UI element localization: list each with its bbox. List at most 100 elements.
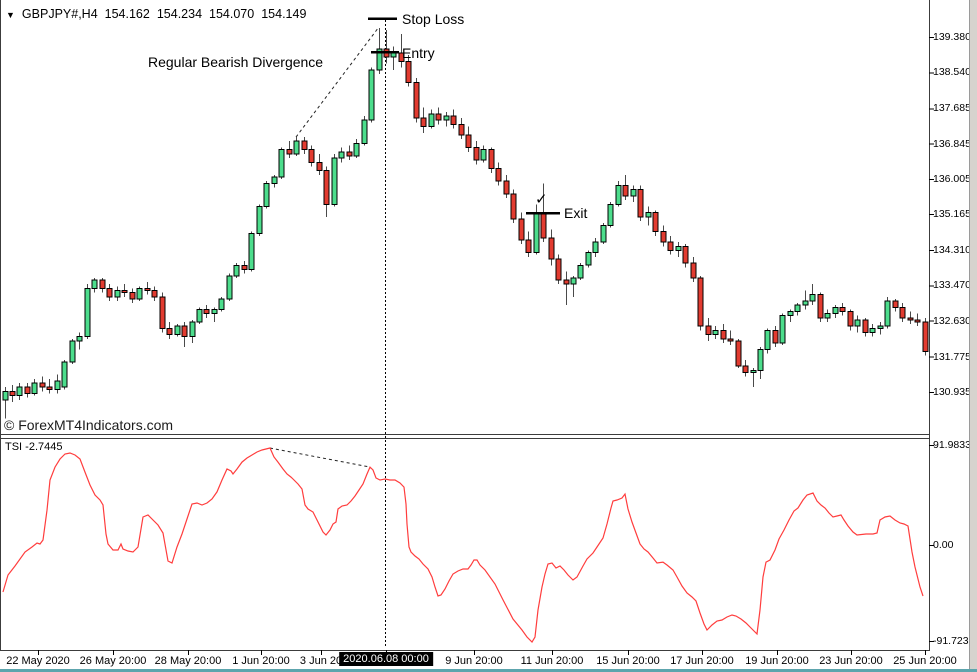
bear-candle [564,280,569,284]
bull-candle [780,316,785,343]
bull-candle [85,288,90,336]
bull-candle [257,206,262,233]
bear-candle [908,318,913,320]
bear-candle [623,185,628,196]
bull-candle [825,314,830,318]
bear-candle [511,194,516,219]
bull-candle [833,307,838,313]
bull-candle [878,326,883,328]
indicator-axis-label: 91.9833 [933,439,971,451]
symbol-dropdown-icon[interactable]: ▼ [6,10,15,20]
bear-candle [848,312,853,327]
bull-candle [534,213,539,253]
bear-candle [406,61,411,82]
bear-candle [638,190,643,217]
bull-candle [616,185,621,204]
tsi-line [3,448,923,642]
divergence-annotation-label[interactable]: Regular Bearish Divergence [148,54,323,70]
bear-candle [182,326,187,337]
quote-low: 154.070 [209,7,254,21]
bear-candle [204,309,209,313]
tsi-divergence-trendline[interactable] [270,448,370,467]
stop-loss-label[interactable]: Stop Loss [402,11,464,27]
bear-candle [728,339,733,341]
bull-candle [279,150,284,177]
price-axis-label: 136.845 [933,138,971,150]
bull-candle [855,320,860,326]
time-axis-label: 1 Jun 20:00 [232,655,290,667]
bear-candle [152,291,157,297]
time-axis-label: 26 May 20:00 [80,655,147,667]
bull-candle [481,150,486,161]
bull-candle [601,225,606,242]
bull-candle [631,190,636,196]
time-axis-label: 28 May 20:00 [155,655,222,667]
bear-candle [317,162,322,170]
bear-candle [496,169,501,182]
bull-candle [332,158,337,204]
bear-candle [347,152,352,156]
bull-candle [362,120,367,143]
bull-candle [32,383,37,394]
price-axis-label: 139.380 [933,31,971,43]
bear-candle [840,307,845,311]
bear-candle [653,213,658,232]
bear-candle [107,288,112,296]
bear-candle [451,116,456,124]
bear-candle [309,150,314,163]
time-axis-label: 22 May 2020 [6,655,70,667]
time-axis-label: 3 Jun 20 [300,655,342,667]
indicator-value-label: TSI -2.7445 [5,441,62,453]
time-axis-label: 17 Jun 20:00 [670,655,734,667]
entry-label[interactable]: Entry [402,45,435,61]
bear-candle [160,297,165,329]
bear-candle [915,320,920,322]
time-axis-label: 23 Jun 20:00 [819,655,883,667]
bear-candle [242,265,247,269]
bear-candle [549,238,554,259]
bear-candle [683,246,688,263]
quote-close: 154.149 [261,7,306,21]
bull-candle [212,309,217,313]
selected-time-label[interactable]: 2020.06.08 00:00 [339,652,433,666]
bull-candle [713,330,718,334]
exit-label[interactable]: Exit [564,205,587,221]
bull-candle [55,381,60,389]
bear-candle [541,213,546,238]
price-axis-label: 137.685 [933,102,971,114]
bull-candle [234,265,239,276]
bull-candle [3,391,8,399]
bear-candle [706,326,711,334]
bear-candle [863,320,868,333]
bull-candle [578,265,583,278]
exit-checkmark-icon[interactable]: ✓ [535,190,548,208]
bear-candle [504,181,509,194]
time-axis-label: 19 Jun 20:00 [745,655,809,667]
bear-candle [145,288,150,290]
quote-bar[interactable]: ▼ GBPJPY#,H4 154.162 154.234 154.070 154… [6,7,306,21]
bull-candle [885,301,890,326]
bull-candle [369,70,374,120]
bear-candle [489,150,494,169]
bear-candle [459,124,464,134]
bull-candle [197,309,202,322]
bear-candle [893,301,898,307]
price-axis-label: 135.165 [933,208,971,220]
bull-candle [810,295,815,301]
bear-candle [167,328,172,334]
bull-candle [272,177,277,183]
price-axis-label: 134.310 [933,244,971,256]
bull-candle [593,242,598,253]
bull-candle [788,312,793,316]
bear-candle [40,383,45,387]
bull-candle [70,341,75,362]
quote-open: 154.162 [105,7,150,21]
chart-canvas[interactable] [0,0,977,672]
bear-candle [668,242,673,250]
bear-candle [698,278,703,326]
price-axis-label: 138.540 [933,66,971,78]
bull-candle [795,305,800,311]
price-axis-label: 130.935 [933,386,971,398]
bull-candle [765,330,770,349]
bear-candle [721,330,726,338]
